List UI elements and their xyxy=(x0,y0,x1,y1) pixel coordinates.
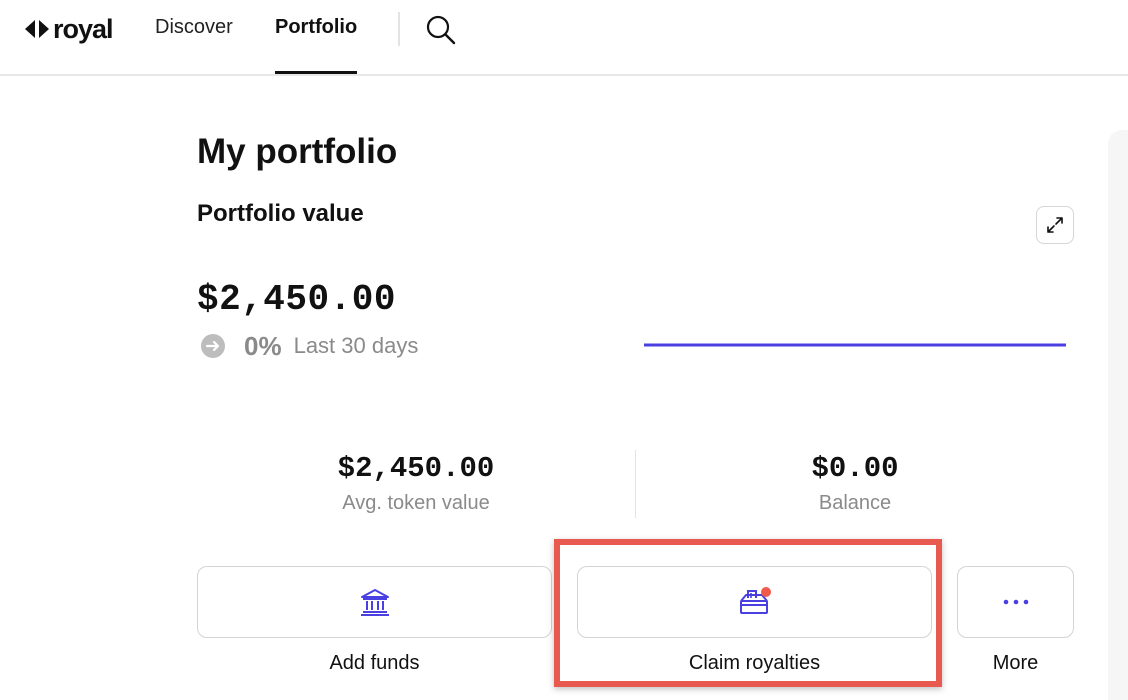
more-button[interactable] xyxy=(957,566,1074,638)
claim-royalties-button[interactable] xyxy=(577,566,932,638)
expand-icon xyxy=(1047,217,1063,233)
add-funds-button[interactable] xyxy=(197,566,552,638)
change-percent: 0% xyxy=(244,330,282,361)
top-nav: royal Discover Portfolio xyxy=(0,0,1128,76)
expand-chart-button[interactable] xyxy=(1036,206,1074,244)
portfolio-value-amount: $2,450.00 xyxy=(197,279,396,320)
claim-royalties-label: Claim royalties xyxy=(688,652,821,674)
more-label: More xyxy=(992,652,1039,674)
stat-avg-token-value: $2,450.00 Avg. token value xyxy=(197,450,635,515)
change-period: Last 30 days xyxy=(293,333,419,358)
nav-portfolio[interactable]: Portfolio xyxy=(275,16,358,74)
side-panel-edge xyxy=(1108,130,1128,700)
royal-logo[interactable]: royal xyxy=(24,13,114,44)
stat-value: $2,450.00 xyxy=(337,452,495,485)
royalties-box-icon xyxy=(739,587,771,614)
stat-label: Avg. token value xyxy=(342,492,490,514)
add-funds-label: Add funds xyxy=(329,652,420,674)
portfolio-change: 0% Last 30 days xyxy=(200,330,418,362)
add-funds-action[interactable]: Add funds xyxy=(197,566,552,675)
stat-balance: $0.00 Balance xyxy=(636,450,1074,515)
nav-discover[interactable]: Discover xyxy=(155,16,233,74)
brand-name: royal xyxy=(53,13,114,44)
page-title: My portfolio xyxy=(197,132,398,171)
search-icon xyxy=(426,15,456,45)
search-button[interactable] xyxy=(424,13,456,45)
stat-value: $0.00 xyxy=(811,452,899,485)
nav-divider xyxy=(398,12,400,46)
claim-royalties-action[interactable]: Claim royalties xyxy=(577,566,932,675)
bank-icon xyxy=(360,589,389,616)
stat-label: Balance xyxy=(818,492,892,514)
portfolio-value-heading: Portfolio value xyxy=(197,200,364,227)
arrow-right-circle-icon xyxy=(201,334,225,358)
more-action[interactable]: More xyxy=(957,566,1074,675)
more-dots-icon xyxy=(1003,599,1028,605)
portfolio-sparkline xyxy=(644,343,1066,347)
royal-logo-icon xyxy=(25,20,49,38)
notification-dot xyxy=(760,587,771,597)
